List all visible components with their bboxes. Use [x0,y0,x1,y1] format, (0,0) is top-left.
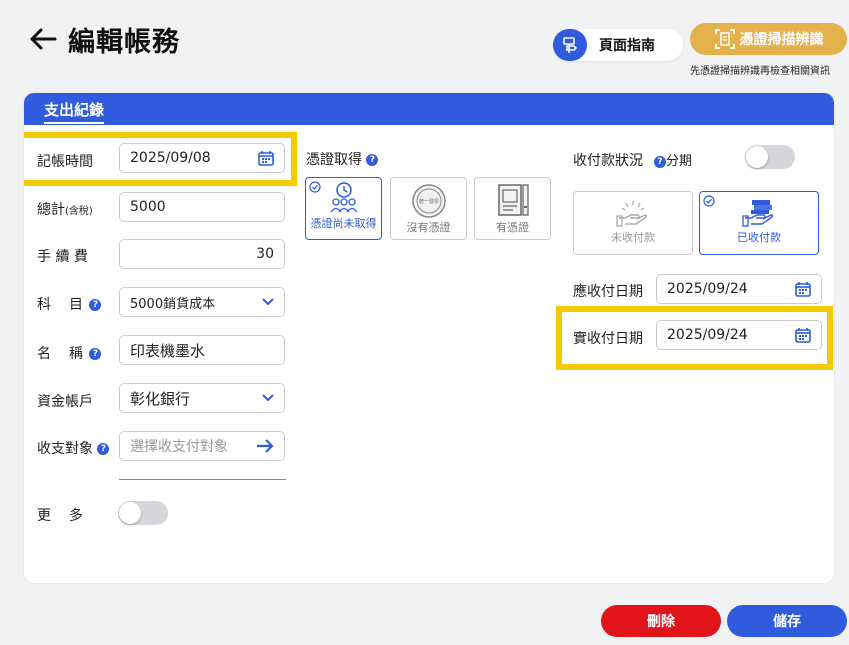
fee-value: 30 [256,246,274,262]
name-label: 名 稱 ? [37,343,102,363]
installment-label: ? 分期 [654,150,692,169]
party-label: 收支對象 ? [37,438,110,458]
due-date-label: 應收付日期 [573,284,643,300]
name-input[interactable]: 印表機墨水 [119,335,285,365]
fee-label: 手 續 費 [37,249,88,265]
help-icon[interactable]: ? [89,348,102,360]
fee-input[interactable]: 30 [119,239,285,269]
party-label-text: 收支對象 [37,441,93,457]
total-value: 5000 [130,199,166,215]
date-value: 2025/09/08 [130,150,211,166]
guide-label: 頁面指南 [599,38,655,54]
calendar-icon[interactable] [795,327,811,343]
arrow-right-icon[interactable] [256,439,274,453]
chevron-down-icon [262,394,274,402]
help-icon[interactable]: ? [366,154,379,166]
voucher-option-label: 憑證尚未取得 [310,217,377,230]
toggle-knob [119,502,141,524]
calendar-icon[interactable] [258,150,274,166]
scan-voucher-button[interactable]: 憑證掃描辨識 [690,23,847,55]
more-label: 更 多 [37,508,85,524]
account-label: 資金帳戶 [37,394,93,410]
voucher-label-text: 憑證取得 [306,152,362,168]
clock-people-icon [329,182,358,213]
voucher-option-none[interactable]: 統一發票 沒有憑證 [390,177,467,240]
voucher-option-not-obtained[interactable]: 憑證尚未取得 [305,177,382,240]
subject-label-text: 科 目 [37,297,85,313]
paid-label: 已收付款 [737,231,781,244]
save-button[interactable]: 儲存 [727,605,847,637]
party-placeholder: 選擇收支付對象 [130,439,228,455]
due-date-value: 2025/09/24 [667,281,748,297]
paid-option[interactable]: 已收付款 [699,191,819,255]
card-header: 支出紀錄 [24,93,834,125]
help-icon[interactable]: ? [654,155,666,168]
scan-hint-text: 先憑證掃描辨識再檢查相關資訊 [690,66,830,77]
installment-toggle[interactable] [745,145,795,169]
chevron-down-icon [262,298,274,306]
stamp-text: 統一發票 [418,198,438,205]
check-circle-icon [309,181,321,193]
back-arrow-icon[interactable] [28,22,58,56]
name-value: 印表機墨水 [130,341,206,360]
actual-date-label: 實收付日期 [573,331,643,347]
help-icon[interactable]: ? [89,299,102,311]
account-select[interactable]: 彰化銀行 [119,383,285,413]
empty-hand-icon [616,201,648,227]
actual-date-field[interactable]: 2025/09/24 [656,320,822,350]
actual-date-value: 2025/09/24 [667,327,748,343]
stamp-icon: 統一發票 [411,184,446,218]
total-suffix: (含稅) [65,206,93,217]
expense-record-card: 支出紀錄 記帳時間 2025/09/08 總計(含稅) 5000 手 續 費 3… [24,93,834,583]
party-picker[interactable]: 選擇收支付對象 [119,431,285,461]
subject-label: 科 目 ? [37,294,102,314]
subject-select[interactable]: 5000銷貨成本 [119,287,285,317]
more-toggle[interactable] [118,501,168,525]
toggle-knob [746,146,768,168]
total-input[interactable]: 5000 [119,192,285,222]
page-guide-button[interactable]: 頁面指南 [553,29,683,61]
installment-label-text: 分期 [666,154,693,169]
help-icon[interactable]: ? [97,443,110,455]
voucher-option-label: 沒有憑證 [406,221,451,234]
voucher-option-label: 有憑證 [496,221,529,234]
divider [119,479,286,480]
name-label-text: 名 稱 [37,346,85,362]
receipt-icon [497,184,529,216]
payment-status-label: 收付款狀況 [573,153,643,169]
unpaid-option[interactable]: 未收付款 [573,191,693,255]
check-circle-icon [703,195,715,207]
voucher-label: 憑證取得 ? [306,149,379,169]
scan-label: 憑證掃描辨識 [739,32,824,48]
unpaid-label: 未收付款 [611,231,655,244]
page-title: 編輯帳務 [68,27,180,58]
subject-value: 5000銷貨成本 [130,296,216,312]
scan-icon [714,29,735,49]
calendar-icon[interactable] [795,281,811,297]
total-label-text: 總計 [37,202,65,218]
voucher-option-has[interactable]: 有憑證 [474,177,551,240]
tab-expense-record[interactable]: 支出紀錄 [44,99,105,124]
total-label: 總計(含稅) [37,199,93,219]
cash-hand-icon [742,200,774,227]
date-label: 記帳時間 [37,154,93,170]
date-field[interactable]: 2025/09/08 [119,143,285,173]
delete-button[interactable]: 刪除 [601,605,721,637]
due-date-field[interactable]: 2025/09/24 [656,274,822,304]
guide-icon [553,29,587,61]
account-value: 彰化銀行 [130,389,191,408]
